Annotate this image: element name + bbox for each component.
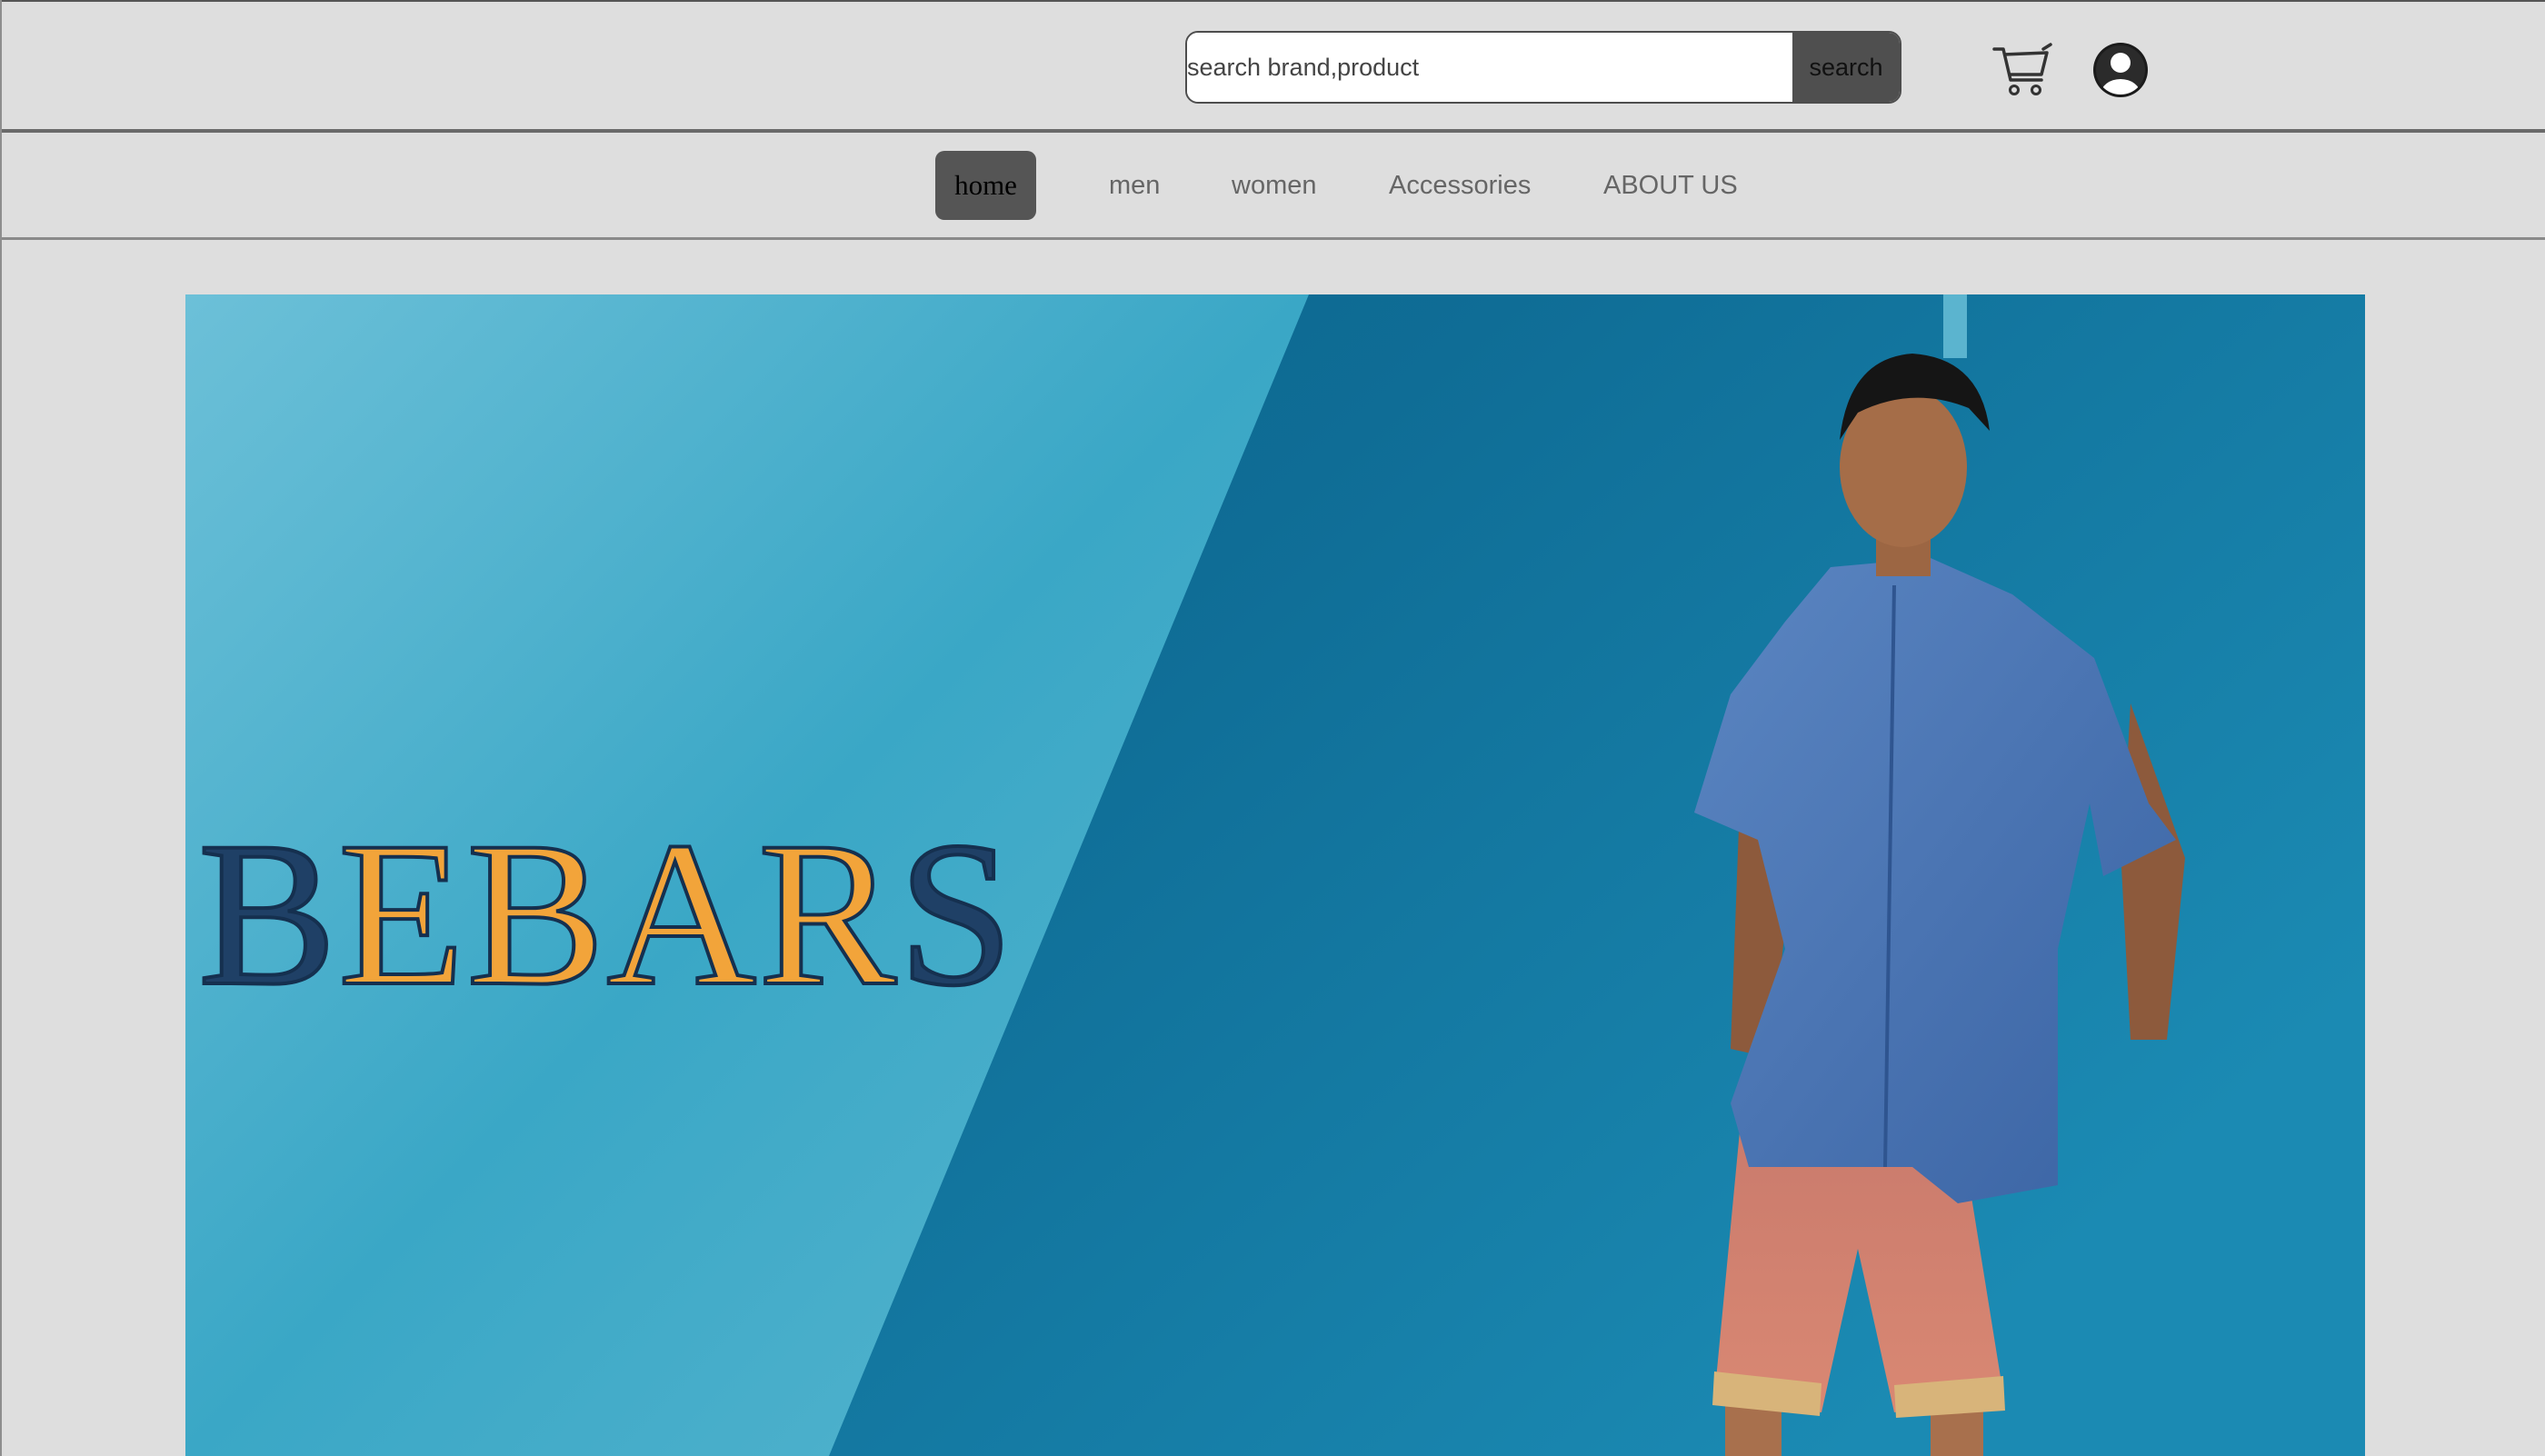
cart-icon[interactable] <box>1989 42 2052 98</box>
brand-logo: BEBARS <box>196 800 1015 1029</box>
brand-letter: B <box>196 800 339 1029</box>
nav-men[interactable]: men <box>1109 151 1160 220</box>
hero-banner: BEBARS <box>185 294 2365 1456</box>
search-input[interactable] <box>1187 33 1792 102</box>
brand-letter: B <box>464 800 607 1029</box>
nav-about-us[interactable]: ABOUT US <box>1603 151 1738 220</box>
nav-women[interactable]: women <box>1232 151 1317 220</box>
main-navigation: home men women Accessories ABOUT US <box>2 133 2545 240</box>
nav-accessories[interactable]: Accessories <box>1389 151 1531 220</box>
brand-letter: E <box>336 800 467 1029</box>
nav-home[interactable]: home <box>935 151 1036 220</box>
brand-letter: S <box>896 800 1015 1029</box>
user-account-icon[interactable] <box>2091 40 2151 100</box>
brand-letter: A <box>604 800 759 1029</box>
site-header: search <box>2 0 2545 133</box>
search-bar: search <box>1185 31 1901 104</box>
search-button[interactable]: search <box>1792 33 1900 102</box>
brand-letter: R <box>756 800 899 1029</box>
